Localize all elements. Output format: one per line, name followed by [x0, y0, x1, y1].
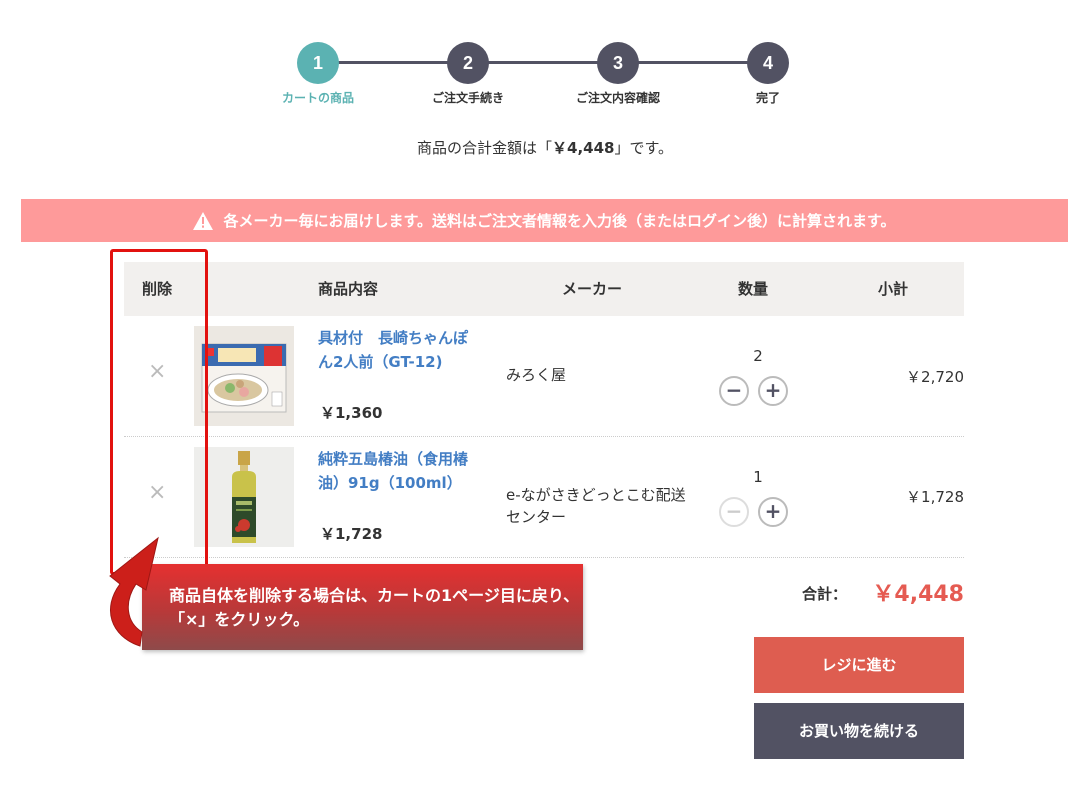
step-cart: 1 カートの商品 [258, 42, 378, 106]
quantity-value: 2 [753, 347, 763, 365]
steps-connector-line [318, 61, 768, 64]
product-maker: e-ながさきどっとこむ配送センター [506, 486, 686, 526]
step-label: カートの商品 [281, 91, 354, 105]
quantity-plus-button[interactable]: + [758, 376, 788, 406]
step-number: 1 [297, 42, 339, 84]
cart-row: × 純粋五島椿油（食用椿油）91g（100ml） ￥1,728 e-ながさきどっ… [124, 437, 964, 558]
step-number: 4 [747, 42, 789, 84]
total-message-prefix: 商品の合計金額は「 [417, 139, 553, 157]
header-subtotal: 小計 [878, 280, 909, 298]
quantity-value: 1 [753, 468, 763, 486]
product-name-link[interactable]: 具材付 長崎ちゃんぽん2人前（GT-12) [318, 326, 468, 374]
continue-shopping-button[interactable]: お買い物を続ける [754, 703, 964, 759]
quantity-plus-button[interactable]: + [758, 497, 788, 527]
product-maker: みろく屋 [506, 366, 567, 384]
step-order-procedure: 2 ご注文手続き [408, 42, 528, 106]
quantity-minus-button[interactable]: − [719, 497, 749, 527]
cart-table-header: 削除 商品内容 メーカー 数量 小計 [124, 262, 964, 316]
shipping-alert: 各メーカー毎にお届けします。送料はご注文者情報を入力後（またはログイン後）に計算… [21, 199, 1068, 242]
curved-arrow-icon [109, 536, 159, 647]
grand-total-value: ￥4,448 [872, 582, 964, 607]
step-order-confirm: 3 ご注文内容確認 [558, 42, 678, 106]
warning-icon [193, 211, 214, 230]
header-quantity: 数量 [738, 280, 769, 298]
annotation-callout: 商品自体を削除する場合は、カートの1ページ目に戻り、「×」をクリック。 [142, 564, 583, 650]
checkout-button[interactable]: レジに進む [754, 637, 964, 693]
product-name-link[interactable]: 純粋五島椿油（食用椿油）91g（100ml） [318, 447, 468, 495]
header-maker: メーカー [562, 280, 623, 298]
step-label: ご注文手続き [431, 91, 504, 105]
quantity-minus-button[interactable]: − [719, 376, 749, 406]
checkout-steps: 1 カートの商品 2 ご注文手続き 3 ご注文内容確認 4 完了 [0, 0, 1090, 120]
step-label: ご注文内容確認 [575, 91, 660, 105]
step-number: 3 [597, 42, 639, 84]
total-message-suffix: 」です。 [614, 139, 673, 157]
product-unit-price: ￥1,728 [320, 525, 383, 543]
step-number: 2 [447, 42, 489, 84]
step-complete: 4 完了 [708, 42, 828, 106]
cart-total-message: 商品の合計金額は「￥4,448」です。 [0, 137, 1090, 158]
alert-text: 各メーカー毎にお届けします。送料はご注文者情報を入力後（またはログイン後）に計算… [223, 212, 896, 230]
cart-row: × 具材付 長崎ちゃんぽん2人前（GT-12) ￥1,360 みろく屋 2 − … [124, 316, 964, 437]
total-message-amount: ￥4,448 [552, 139, 615, 157]
product-thumbnail[interactable] [194, 447, 294, 547]
step-label: 完了 [755, 91, 780, 105]
header-content: 商品内容 [318, 280, 379, 298]
product-thumbnail[interactable] [194, 326, 294, 426]
product-unit-price: ￥1,360 [320, 404, 383, 422]
row-subtotal: ￥1,728 [906, 488, 964, 506]
grand-total-label: 合計： [802, 585, 848, 603]
row-subtotal: ￥2,720 [906, 368, 964, 386]
